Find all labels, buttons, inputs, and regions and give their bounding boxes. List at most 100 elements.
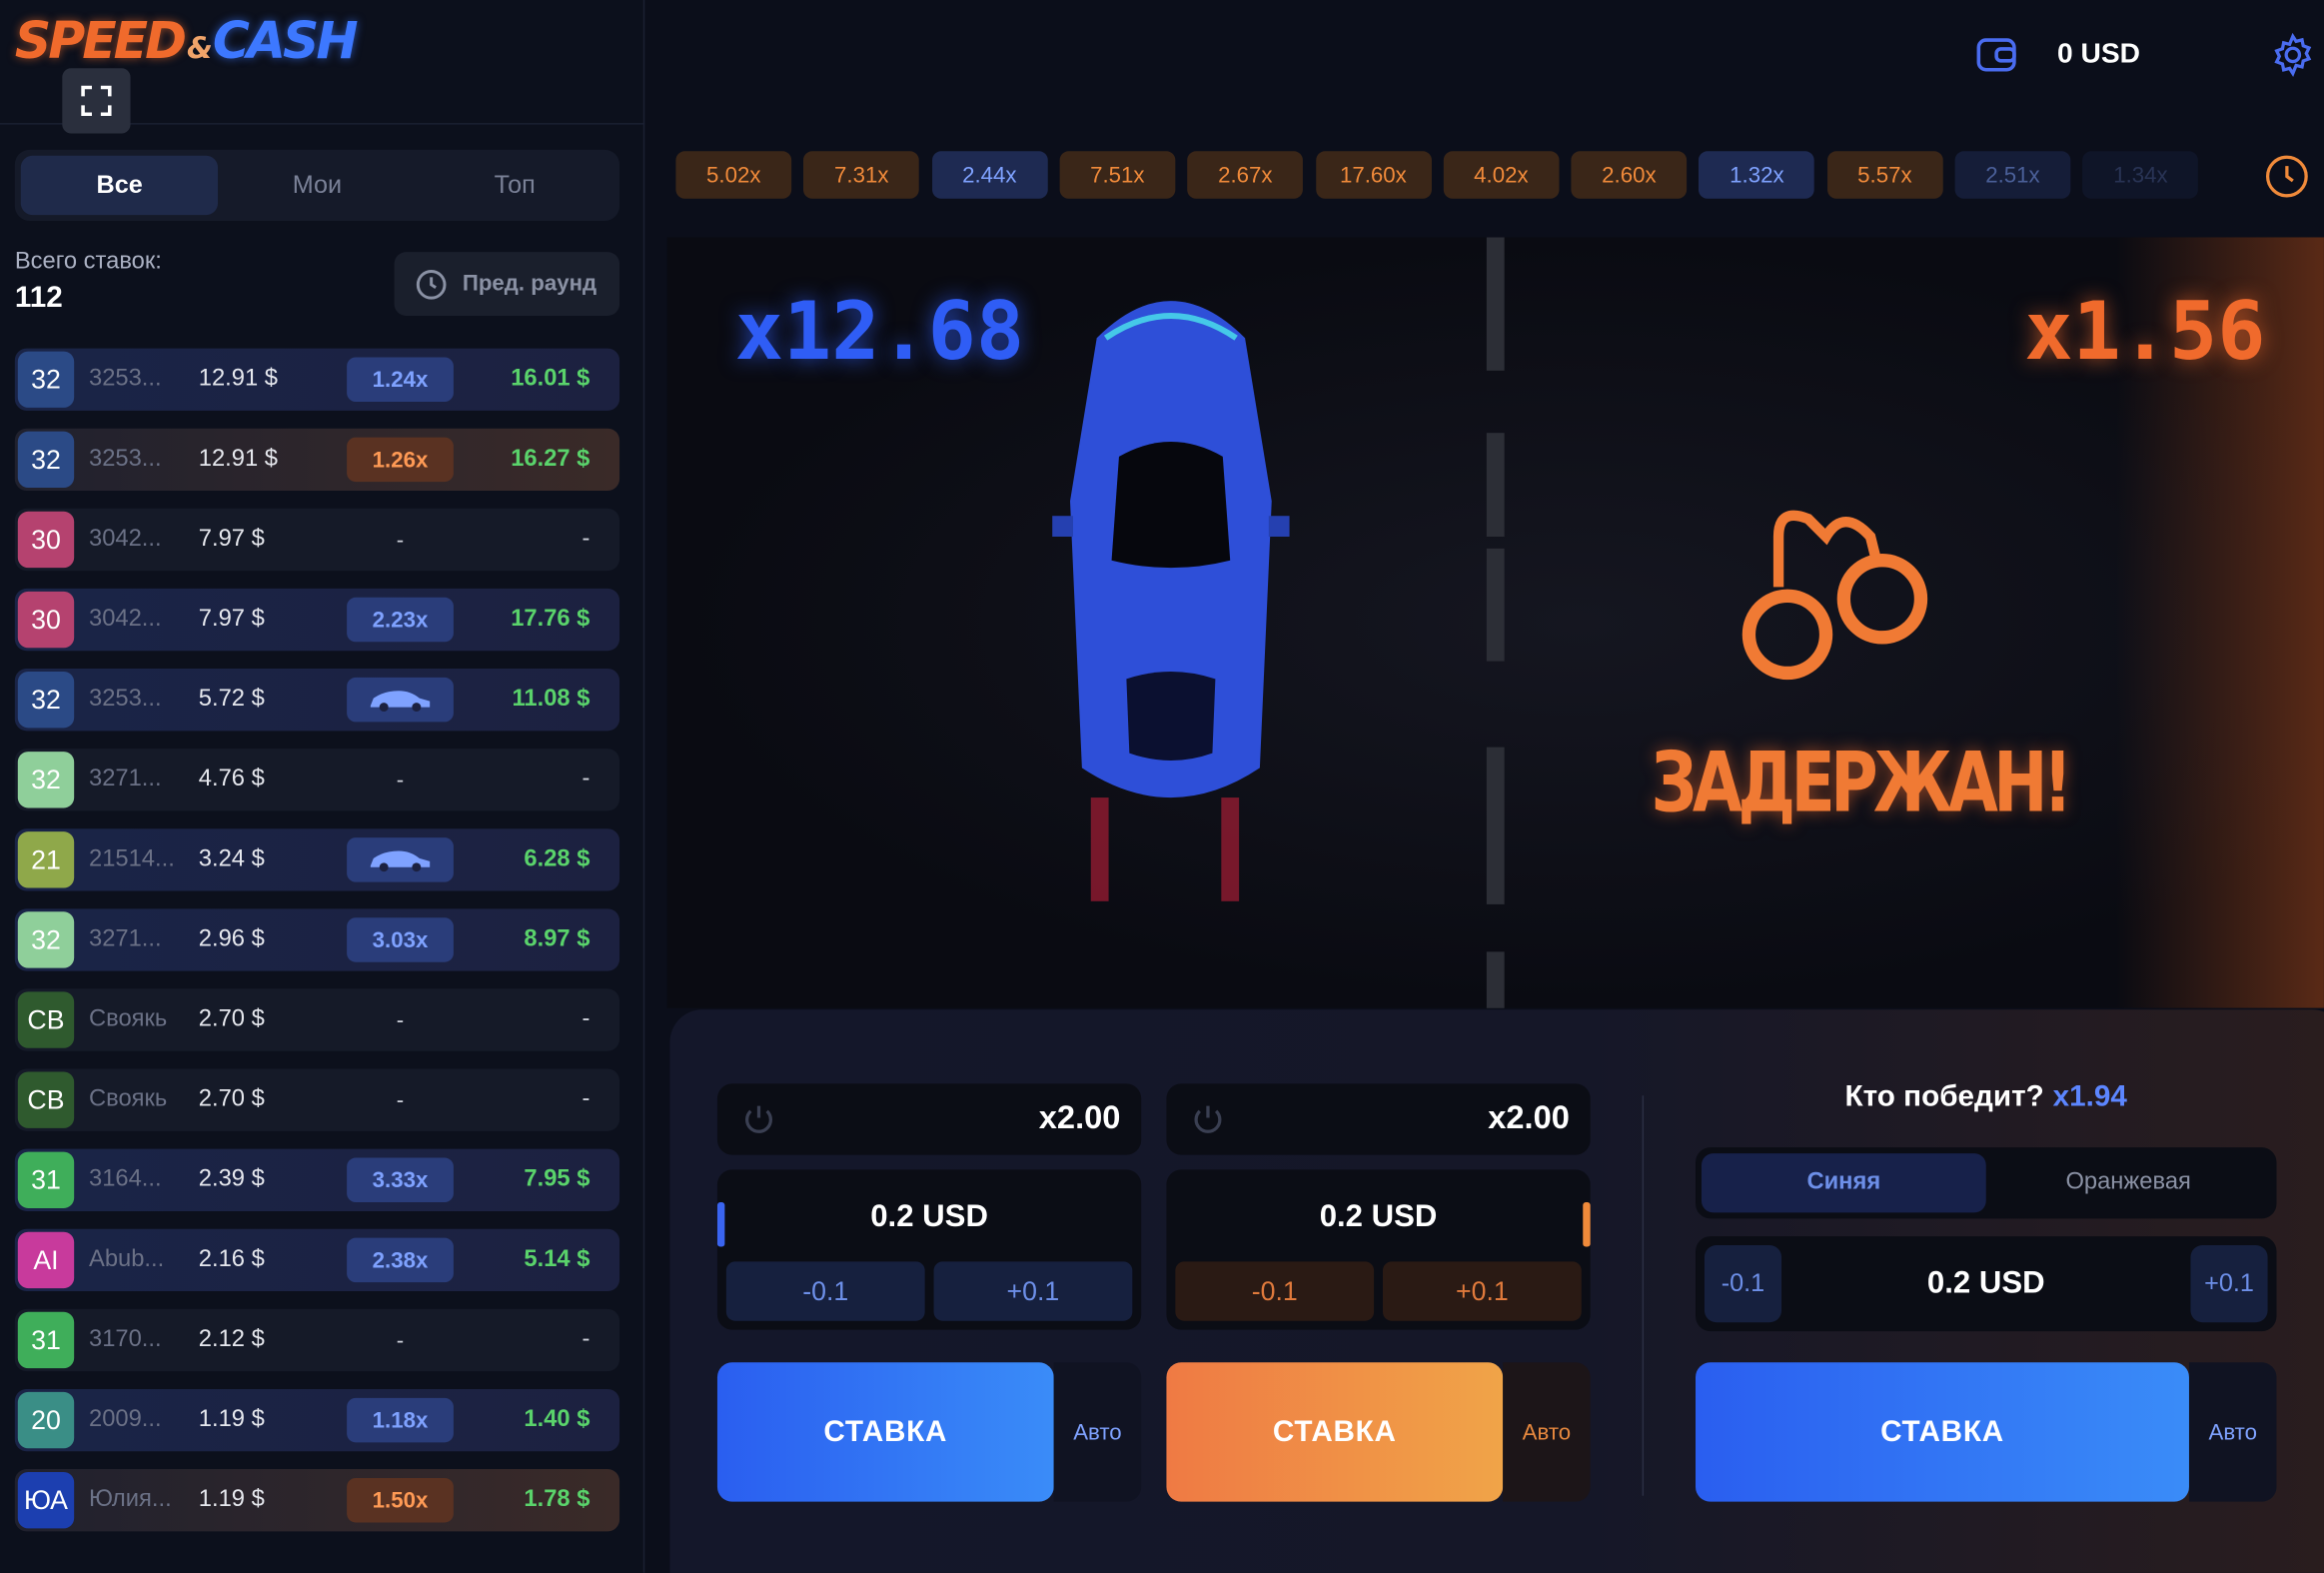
tab-top[interactable]: Топ xyxy=(416,156,613,215)
auto-button[interactable]: Авто xyxy=(1503,1362,1591,1502)
bet-username: 3253... xyxy=(89,446,162,472)
panel-divider xyxy=(1642,1095,1645,1496)
history-chip[interactable]: 2.51x xyxy=(1954,151,2071,199)
bet-amount: 3.24 $ xyxy=(198,846,265,872)
orange-multiplier: x1.56 xyxy=(2024,284,2266,379)
bet-row: 30 3042... 7.97 $ 2.23x 17.76 $ xyxy=(14,588,620,652)
avatar: 32 xyxy=(17,911,75,968)
bet-multiplier-text: 1.18x xyxy=(372,1407,429,1433)
lane-marking xyxy=(1486,237,1505,371)
team-amount-input[interactable]: 0.2 USD xyxy=(1696,1266,2276,1302)
bet-payout: 1.78 $ xyxy=(524,1486,590,1513)
sidebar: SPEED &CASH Все Мои Топ Всего ставок: 112… xyxy=(0,0,645,1573)
bet-amount: 12.91 $ xyxy=(198,366,278,392)
power-icon[interactable] xyxy=(1190,1101,1226,1137)
auto-cashout-value[interactable]: x2.00 xyxy=(1488,1098,1570,1137)
total-bets-label: Всего ставок: xyxy=(14,249,162,275)
avatar: ЮА xyxy=(17,1472,75,1529)
bet-payout: 11.08 $ xyxy=(512,686,590,713)
avatar: 32 xyxy=(17,671,75,729)
bet-payout: 6.28 $ xyxy=(524,846,590,872)
team-blue-tab[interactable]: Синяя xyxy=(1701,1153,1986,1213)
auto-cashout-value[interactable]: x2.00 xyxy=(1039,1098,1121,1137)
bet-username: 3042... xyxy=(89,606,162,632)
history-chip[interactable]: 4.02x xyxy=(1443,151,1560,199)
history-chip[interactable]: 1.32x xyxy=(1699,151,1815,199)
bet-payout: - xyxy=(581,526,590,552)
tab-mine[interactable]: Мои xyxy=(219,156,417,215)
blue-car xyxy=(1052,301,1290,901)
team-stake-row: СТАВКА Авто xyxy=(1696,1362,2277,1502)
gear-icon[interactable] xyxy=(2271,32,2316,78)
history-chip[interactable]: 7.51x xyxy=(1059,151,1176,199)
stake-button[interactable]: СТАВКА xyxy=(716,1362,1054,1502)
history-clock-icon xyxy=(416,269,447,299)
bet-username: 3042... xyxy=(89,526,162,552)
lane-marking xyxy=(1486,548,1505,662)
bet-payout: - xyxy=(581,1326,590,1352)
bet-username: Своякь xyxy=(89,1086,168,1112)
betting-panel: x2.00 0.2 USD -0.1 +0.1 СТАВКА Авто x2.0… xyxy=(669,1009,2324,1573)
bet-multiplier: 1.50x xyxy=(347,1477,454,1523)
plus-button[interactable]: +0.1 xyxy=(933,1261,1133,1321)
tab-all[interactable]: Все xyxy=(20,155,219,216)
bet-amount: 2.70 $ xyxy=(198,1086,265,1112)
bet-username: Юлия... xyxy=(89,1486,172,1513)
bet-row: 21 21514... 3.24 $ 6.28 $ xyxy=(14,828,620,891)
history-chip[interactable]: 5.57x xyxy=(1826,151,1943,199)
game-stage: x12.68 x1.56 ЗАДЕРЖАН! xyxy=(666,237,2324,1008)
history-chip[interactable]: 7.31x xyxy=(803,151,920,199)
team-orange-tab[interactable]: Оранжевая xyxy=(1986,1153,2271,1212)
bet-row: 20 2009... 1.19 $ 1.18x 1.40 $ xyxy=(14,1388,620,1452)
wallet-icon[interactable] xyxy=(1974,33,2019,78)
fullscreen-button[interactable] xyxy=(62,68,131,134)
team-selector: Синяя Оранжевая xyxy=(1696,1147,2277,1219)
minus-button[interactable]: -0.1 xyxy=(725,1261,925,1321)
bet-multiplier: 1.26x xyxy=(347,437,454,483)
bet-multiplier: 3.33x xyxy=(347,1157,454,1203)
bet-multiplier-text: - xyxy=(396,767,405,792)
blue-multiplier: x12.68 xyxy=(734,284,1025,379)
bet-amount-input[interactable]: 0.2 USD xyxy=(1166,1199,1590,1235)
history-chip[interactable]: 17.60x xyxy=(1315,151,1432,199)
bet-row: 31 3164... 2.39 $ 3.33x 7.95 $ xyxy=(14,1148,620,1211)
balance: 0 USD xyxy=(2056,38,2140,70)
avatar: 31 xyxy=(17,1151,75,1208)
bet-username: Своякь xyxy=(89,1006,168,1032)
bet-amount: 7.97 $ xyxy=(198,526,265,552)
bet-amount-input[interactable]: 0.2 USD xyxy=(717,1199,1141,1235)
history-chip[interactable]: 2.60x xyxy=(1571,151,1688,199)
history-chip[interactable]: 1.34x xyxy=(2082,151,2199,199)
power-icon[interactable] xyxy=(741,1101,777,1137)
who-wins-odds: x1.94 xyxy=(2052,1080,2127,1114)
history-chip[interactable]: 2.67x xyxy=(1187,151,1304,199)
team-stake-button[interactable]: СТАВКА xyxy=(1696,1362,2189,1502)
bet-row: 32 3253... 5.72 $ 11.08 $ xyxy=(14,669,620,732)
stake-button[interactable]: СТАВКА xyxy=(1166,1362,1504,1502)
history-chip[interactable]: 2.44x xyxy=(931,151,1048,199)
bet-multiplier-text: - xyxy=(396,1087,405,1113)
bet-multiplier-text: 2.38x xyxy=(372,1247,429,1273)
history-chip[interactable]: 5.02x xyxy=(675,151,792,199)
auto-cashout-box: x2.00 xyxy=(716,1083,1142,1155)
prev-round-button[interactable]: Пред. раунд xyxy=(394,252,620,316)
who-wins-title: Кто победит? x1.94 xyxy=(1696,1080,2276,1114)
bet-row: 32 3271... 4.76 $ - - xyxy=(14,749,620,811)
bet-amount: 2.70 $ xyxy=(198,1006,265,1032)
auto-button[interactable]: Авто xyxy=(1053,1362,1142,1502)
bet-row: СВ Своякь 2.70 $ - - xyxy=(14,1068,620,1131)
bet-row: 31 3170... 2.12 $ - - xyxy=(14,1308,620,1372)
team-plus-button[interactable]: +0.1 xyxy=(2190,1245,2268,1323)
bet-row: 32 3253... 12.91 $ 1.24x 16.01 $ xyxy=(14,348,620,411)
bet-column: x2.00 0.2 USD -0.1 +0.1 СТАВКА Авто xyxy=(716,1083,1142,1502)
bet-multiplier-text: - xyxy=(396,527,405,553)
bet-multiplier-text: 1.50x xyxy=(372,1487,429,1513)
plus-button[interactable]: +0.1 xyxy=(1383,1261,1582,1321)
team-auto-button[interactable]: Авто xyxy=(2188,1362,2277,1502)
bet-multiplier-text: - xyxy=(396,1327,405,1353)
bet-multiplier: 2.38x xyxy=(347,1237,454,1283)
minus-button[interactable]: -0.1 xyxy=(1175,1261,1375,1321)
bet-payout: 5.14 $ xyxy=(524,1246,590,1272)
bet-multiplier: - xyxy=(347,1318,454,1363)
history-clock-icon[interactable] xyxy=(2265,154,2310,199)
